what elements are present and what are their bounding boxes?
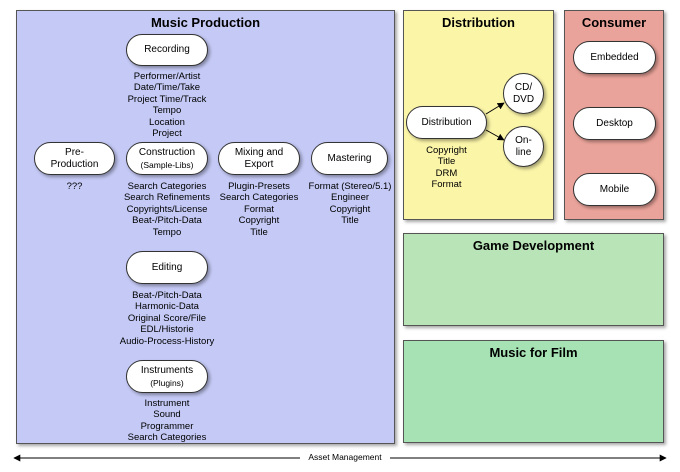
editing-label: Editing: [151, 261, 183, 273]
cd-dvd-label-1: CD/: [514, 81, 533, 93]
distribution-label: Distribution: [421, 116, 472, 128]
construction-metadata: Search Categories Search Refinements Cop…: [112, 181, 222, 238]
construction-label-1: Construction: [138, 146, 196, 158]
distribution-to-cd-arrow: [485, 102, 505, 115]
metadata-item: Copyright: [238, 215, 280, 227]
editing-metadata: Beat-/Pitch-Data Harmonic-Data Original …: [107, 290, 227, 347]
recording-label: Recording: [144, 44, 190, 55]
mixing-export-metadata: Plugin-Presets Search Categories Format …: [209, 181, 309, 238]
pre-production-label-2: Production: [50, 158, 99, 170]
metadata-item: Copyrights/License: [126, 203, 208, 215]
desktop-label: Desktop: [596, 117, 633, 129]
metadata-item: Location: [149, 116, 185, 128]
metadata-item: Project Time/Track: [127, 93, 207, 105]
embedded-node[interactable]: Embedded: [573, 41, 656, 74]
online-node[interactable]: On- line: [503, 126, 544, 167]
cd-dvd-label-2: DVD: [512, 93, 535, 105]
metadata-item: Audio-Process-History: [119, 335, 215, 347]
metadata-item: Format (Stereo/5.1): [308, 181, 392, 192]
recording-metadata: Performer/Artist Date/Time/Take Project …: [117, 71, 217, 139]
desktop-node[interactable]: Desktop: [573, 107, 656, 140]
metadata-item: Date/Time/Take: [133, 82, 201, 94]
instruments-label-1: Instruments: [140, 364, 194, 376]
metadata-item: Search Refinements: [123, 192, 211, 204]
metadata-item: Performer/Artist: [133, 71, 201, 82]
embedded-label: Embedded: [590, 51, 639, 63]
editing-node[interactable]: Editing: [126, 251, 208, 284]
metadata-item: Harmonic-Data: [135, 301, 199, 313]
mobile-label: Mobile: [599, 183, 630, 195]
metadata-item: EDL/Historie: [140, 324, 194, 336]
mastering-metadata: Format (Stereo/5.1) Engineer Copyright T…: [301, 181, 399, 227]
mastering-node[interactable]: Mastering: [311, 142, 388, 175]
metadata-item: Engineer: [330, 192, 370, 204]
asset-management-label: Asset Management: [300, 452, 390, 462]
metadata-item: Sound: [153, 409, 181, 421]
metadata-item: Title: [341, 215, 359, 227]
mobile-node[interactable]: Mobile: [573, 173, 656, 206]
instruments-node[interactable]: Instruments (Plugins): [126, 360, 208, 393]
distribution-node[interactable]: Distribution: [406, 106, 487, 139]
metadata-item: Tempo: [152, 226, 182, 238]
construction-label-2: (Sample-Libs): [140, 159, 194, 170]
metadata-item: Beat-/Pitch-Data: [132, 290, 202, 301]
metadata-item: Search Categories: [127, 181, 207, 192]
online-label-1: On-: [515, 134, 532, 146]
pre-production-node[interactable]: Pre- Production: [34, 142, 115, 175]
instruments-label-2: (Plugins): [150, 377, 184, 388]
mastering-label: Mastering: [327, 152, 372, 164]
metadata-item: Beat-/Pitch-Data: [132, 215, 202, 227]
cd-dvd-node[interactable]: CD/ DVD: [503, 73, 544, 114]
metadata-item: DRM: [435, 167, 458, 179]
distribution-to-online-arrow: [485, 129, 505, 141]
metadata-item: Title: [250, 226, 268, 238]
metadata-item: Search Categories: [127, 432, 207, 444]
instruments-metadata: Instrument Sound Programmer Search Categ…: [112, 398, 222, 444]
construction-node[interactable]: Construction (Sample-Libs): [126, 142, 208, 175]
distribution-metadata: Copyright Title DRM Format: [406, 145, 487, 191]
mixing-export-label-2: Export: [244, 158, 274, 170]
metadata-item: Tempo: [152, 105, 182, 117]
metadata-item: Title: [437, 156, 456, 168]
mixing-export-node[interactable]: Mixing and Export: [218, 142, 300, 175]
pre-production-label-1: Pre-: [65, 146, 84, 158]
recording-node[interactable]: Recording: [126, 34, 208, 66]
arrows-layer: [13, 102, 667, 462]
metadata-item: Search Categories: [219, 192, 299, 204]
metadata-item: Format: [243, 203, 275, 215]
metadata-item: Copyright: [329, 203, 371, 215]
metadata-item: Programmer: [140, 420, 194, 432]
metadata-item: Project: [152, 128, 182, 140]
metadata-item: ???: [66, 181, 83, 192]
metadata-item: Instrument: [144, 398, 190, 409]
mixing-export-label-1: Mixing and: [234, 146, 284, 158]
pre-production-metadata: ???: [34, 181, 115, 192]
metadata-item: Copyright: [426, 145, 467, 156]
metadata-item: Format: [431, 179, 462, 191]
metadata-item: Original Score/File: [127, 312, 207, 324]
metadata-item: Plugin-Presets: [228, 181, 290, 192]
online-label-2: line: [515, 146, 532, 158]
